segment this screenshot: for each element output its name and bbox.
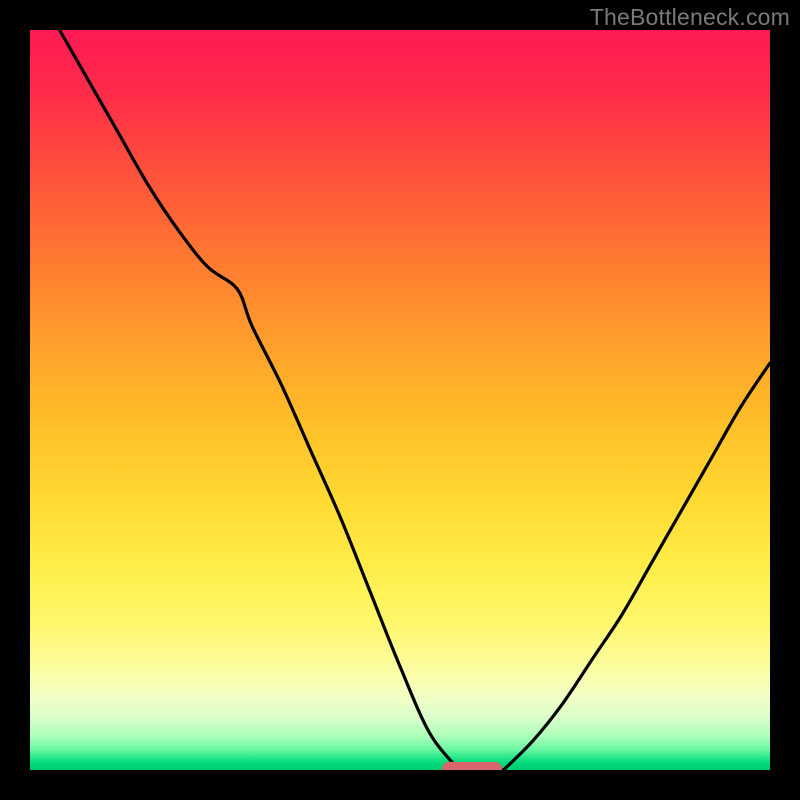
plot-area xyxy=(30,30,770,770)
watermark-text: TheBottleneck.com xyxy=(590,4,790,31)
bottleneck-curve xyxy=(30,30,770,770)
chart-frame: TheBottleneck.com xyxy=(0,0,800,800)
optimum-marker xyxy=(442,762,502,770)
curve-path xyxy=(60,30,770,770)
